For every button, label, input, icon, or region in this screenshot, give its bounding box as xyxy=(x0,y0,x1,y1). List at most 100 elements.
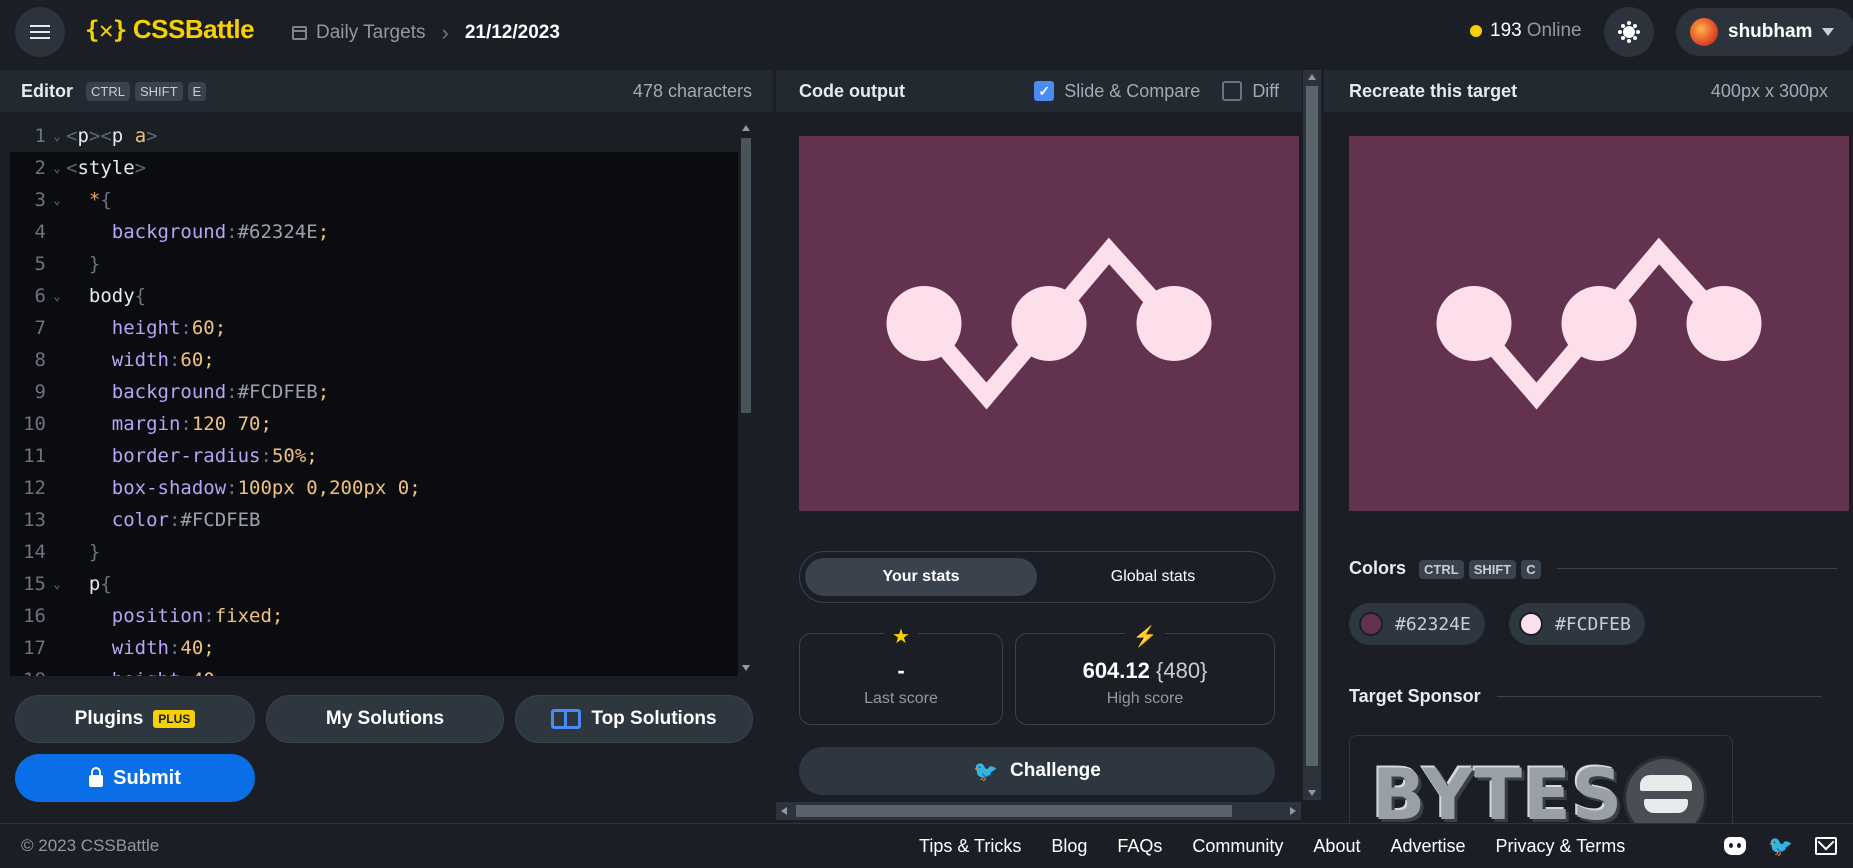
my-solutions-button[interactable]: My Solutions xyxy=(266,695,504,743)
code-line[interactable]: 3 ⌄ *{ xyxy=(10,184,754,216)
logo-text: CSSBattle xyxy=(132,14,255,44)
color-swatch[interactable]: #62324E xyxy=(1349,603,1485,645)
footer-link-about[interactable]: About xyxy=(1313,836,1360,857)
code-line[interactable]: 14 } xyxy=(10,536,754,568)
scroll-left-icon[interactable] xyxy=(781,807,787,815)
high-score-card: ⚡ 604.12 {480} High score xyxy=(1015,624,1275,725)
scroll-up-icon[interactable] xyxy=(742,125,750,131)
code-text[interactable]: box-shadow:100px 0,200px 0; xyxy=(66,472,421,504)
code-lines[interactable]: 1 ⌄ <p><p a> 2 ⌄ <style> 3 ⌄ *{4 background:#62… xyxy=(10,120,754,676)
discord-icon[interactable] xyxy=(1724,837,1746,855)
code-line[interactable]: 15 ⌄ p{ xyxy=(10,568,754,600)
fold-chevron-icon[interactable]: ⌄ xyxy=(48,280,66,312)
line-number: 16 xyxy=(23,605,46,627)
code-text[interactable]: <p><p a> xyxy=(66,120,158,152)
code-text[interactable]: } xyxy=(66,536,100,568)
breadcrumb-link-daily-targets[interactable]: Daily Targets xyxy=(316,22,425,44)
code-line[interactable]: 7 height:60; xyxy=(10,312,754,344)
char-count: 478 characters xyxy=(632,80,752,101)
scroll-down-icon[interactable] xyxy=(1308,790,1316,796)
scrollbar-thumb[interactable] xyxy=(796,805,1232,817)
code-output-canvas[interactable] xyxy=(799,136,1299,511)
footer: © 2023 CSSBattle Tips & Tricks Blog FAQs… xyxy=(0,823,1853,868)
user-menu[interactable]: shubham xyxy=(1676,8,1853,56)
code-line[interactable]: 13 color:#FCDFEB xyxy=(10,504,754,536)
footer-link-blog[interactable]: Blog xyxy=(1051,836,1087,857)
theme-toggle-button[interactable] xyxy=(1604,7,1654,57)
code-line[interactable]: 2 ⌄ <style> xyxy=(10,152,754,184)
footer-link-tips[interactable]: Tips & Tricks xyxy=(919,836,1021,857)
code-text[interactable]: <style> xyxy=(66,152,146,184)
diff-toggle[interactable]: Diff xyxy=(1222,81,1279,102)
color-swatch[interactable]: #FCDFEB xyxy=(1509,603,1645,645)
kbd-key: SHIFT xyxy=(1468,560,1517,579)
fold-chevron-icon xyxy=(48,248,66,280)
fold-chevron-icon[interactable]: ⌄ xyxy=(48,184,66,216)
menu-button[interactable] xyxy=(15,7,65,57)
scroll-right-icon[interactable] xyxy=(1290,807,1296,815)
line-number: 3 xyxy=(34,189,46,211)
code-editor[interactable]: 1 ⌄ <p><p a> 2 ⌄ <style> 3 ⌄ *{4 background:#62… xyxy=(10,120,754,676)
book-icon xyxy=(551,709,582,729)
code-line[interactable]: 8 width:60; xyxy=(10,344,754,376)
plugins-button[interactable]: Plugins PLUS xyxy=(15,695,255,743)
output-vertical-scrollbar[interactable] xyxy=(1303,70,1321,800)
twitter-icon[interactable]: 🐦 xyxy=(1768,834,1793,859)
code-text[interactable]: background:#FCDFEB; xyxy=(66,376,329,408)
code-line[interactable]: 17 width:40; xyxy=(10,632,754,664)
scroll-down-icon[interactable] xyxy=(742,665,750,671)
footer-link-faqs[interactable]: FAQs xyxy=(1117,836,1162,857)
scroll-up-icon[interactable] xyxy=(1308,74,1316,80)
code-text[interactable]: height:40; xyxy=(66,664,226,676)
breadcrumb: Daily Targets › 21/12/2023 xyxy=(292,20,560,46)
fold-chevron-icon[interactable]: ⌄ xyxy=(48,568,66,600)
sponsor-banner[interactable]: BYTES xyxy=(1349,735,1733,825)
checkbox-icon[interactable] xyxy=(1222,81,1243,101)
code-line[interactable]: 10 margin:120 70; xyxy=(10,408,754,440)
code-text[interactable]: height:60; xyxy=(66,312,226,344)
code-line[interactable]: 18 height:40; xyxy=(10,664,754,676)
code-line[interactable]: 5 } xyxy=(10,248,754,280)
footer-link-privacy[interactable]: Privacy & Terms xyxy=(1496,836,1626,857)
fold-chevron-icon[interactable]: ⌄ xyxy=(48,152,66,184)
footer-link-advertise[interactable]: Advertise xyxy=(1390,836,1465,857)
sponsor-label: Target Sponsor xyxy=(1349,686,1481,706)
scrollbar-thumb[interactable] xyxy=(1306,86,1318,766)
code-text[interactable]: width:60; xyxy=(66,344,215,376)
line-number: 14 xyxy=(23,541,46,563)
code-line[interactable]: 1 ⌄ <p><p a> xyxy=(10,120,754,152)
code-line[interactable]: 4 background:#62324E; xyxy=(10,216,754,248)
code-text[interactable]: position:fixed; xyxy=(66,600,284,632)
code-text[interactable]: color:#FCDFEB xyxy=(66,504,261,536)
star-icon: ★ xyxy=(884,624,918,649)
code-text[interactable]: border-radius:50%; xyxy=(66,440,318,472)
mail-icon[interactable] xyxy=(1814,837,1837,855)
tab-global-stats[interactable]: Global stats xyxy=(1037,558,1269,596)
footer-social: 🐦 xyxy=(1724,834,1837,859)
code-line[interactable]: 6 ⌄ body{ xyxy=(10,280,754,312)
output-horizontal-scrollbar[interactable] xyxy=(776,802,1301,820)
scrollbar-thumb[interactable] xyxy=(741,138,751,413)
code-text[interactable]: p{ xyxy=(66,568,112,600)
editor-actions: Plugins PLUS My Solutions Top Solutions xyxy=(15,695,753,743)
editor-scrollbar[interactable] xyxy=(738,120,754,676)
code-text[interactable]: body{ xyxy=(66,280,146,312)
code-text[interactable]: background:#62324E; xyxy=(66,216,329,248)
code-line[interactable]: 11 border-radius:50%; xyxy=(10,440,754,472)
code-line[interactable]: 16 position:fixed; xyxy=(10,600,754,632)
code-line[interactable]: 12 box-shadow:100px 0,200px 0; xyxy=(10,472,754,504)
top-solutions-button[interactable]: Top Solutions xyxy=(515,695,753,743)
code-line[interactable]: 9 background:#FCDFEB; xyxy=(10,376,754,408)
footer-link-community[interactable]: Community xyxy=(1192,836,1283,857)
challenge-button[interactable]: 🐦 Challenge xyxy=(799,747,1275,795)
checkbox-checked-icon[interactable]: ✓ xyxy=(1034,81,1055,101)
code-text[interactable]: margin:120 70; xyxy=(66,408,272,440)
code-text[interactable]: } xyxy=(66,248,100,280)
submit-button[interactable]: Submit xyxy=(15,754,255,802)
fold-chevron-icon[interactable]: ⌄ xyxy=(48,120,66,152)
slide-compare-toggle[interactable]: ✓ Slide & Compare xyxy=(1034,81,1200,102)
logo[interactable]: {✕} CSSBattle xyxy=(85,14,255,45)
code-text[interactable]: width:40; xyxy=(66,632,215,664)
code-text[interactable]: *{ xyxy=(66,184,112,216)
tab-your-stats[interactable]: Your stats xyxy=(805,558,1037,596)
